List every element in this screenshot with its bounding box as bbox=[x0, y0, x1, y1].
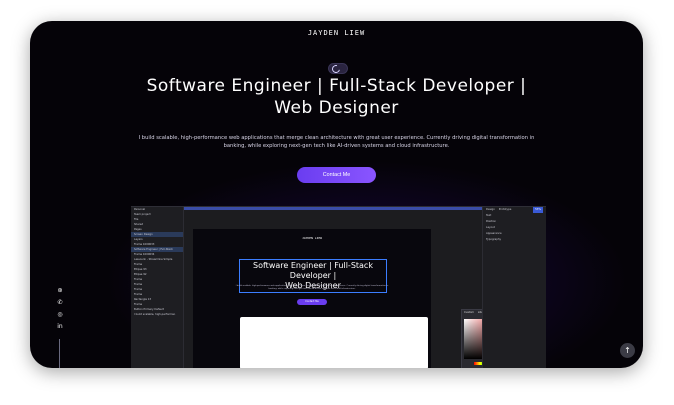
mini-subtitle: I build scalable, high-performance web a… bbox=[235, 285, 389, 290]
headline-line-2: Web Designer bbox=[274, 98, 399, 118]
social-divider bbox=[59, 339, 60, 368]
mini-contact-button[interactable]: Contact Me bbox=[297, 299, 327, 305]
theme-toggle[interactable] bbox=[328, 63, 348, 75]
scroll-to-top-button[interactable]: ↑ bbox=[620, 343, 635, 358]
properties-panel: Design Prototype 53% Text Position Layou… bbox=[482, 207, 546, 368]
headline-line-1: Software Engineer | Full-Stack Developer… bbox=[146, 76, 527, 96]
picker-tab-custom[interactable]: Custom bbox=[464, 311, 474, 314]
canvas-ruler bbox=[183, 207, 483, 210]
mini-logo: JAYDEN LIEW bbox=[302, 236, 322, 240]
site-logo[interactable]: JAYDEN LIEW bbox=[30, 29, 643, 37]
whatsapp-icon[interactable]: ✆ bbox=[55, 299, 65, 311]
hero-subtitle: I build scalable, high-performance web a… bbox=[130, 134, 543, 150]
deviantart-icon[interactable]: ⊛ bbox=[55, 287, 65, 299]
design-tabs: Design Prototype 53% bbox=[483, 207, 546, 213]
tab-prototype[interactable]: Prototype bbox=[499, 207, 512, 213]
design-canvas[interactable]: JAYDEN LIEW Software Engineer | Full-Sta… bbox=[193, 229, 431, 368]
website-frame: JAYDEN LIEW Software Engineer | Full-Sta… bbox=[30, 21, 643, 368]
hero-headline: Software Engineer | Full-Stack Developer… bbox=[90, 75, 583, 119]
instagram-icon[interactable]: ◎ bbox=[55, 311, 65, 323]
layers-panel: Personal Team project File Shared Pages … bbox=[131, 207, 184, 368]
arrow-up-icon: ↑ bbox=[624, 346, 631, 355]
design-tool-screenshot: Personal Team project File Shared Pages … bbox=[131, 206, 546, 368]
layer-row[interactable]: I build scalable, high-performan bbox=[131, 312, 183, 317]
moon-icon bbox=[330, 63, 342, 75]
subtitle-line-1: I build scalable, high-performance web a… bbox=[138, 135, 535, 141]
subtitle-line-2: banking, while exploring next-gen tech l… bbox=[223, 143, 450, 149]
contact-me-button[interactable]: Contact Me bbox=[297, 167, 376, 183]
section-typography: Typography bbox=[486, 238, 502, 241]
mini-headline-line-1: Software Engineer | Full-Stack Developer… bbox=[253, 261, 373, 280]
social-links: ⊛ ✆ ◎ in bbox=[55, 287, 65, 368]
zoom-level[interactable]: 53% bbox=[533, 207, 543, 213]
mini-content-card bbox=[240, 317, 428, 368]
linkedin-icon[interactable]: in bbox=[55, 323, 65, 335]
